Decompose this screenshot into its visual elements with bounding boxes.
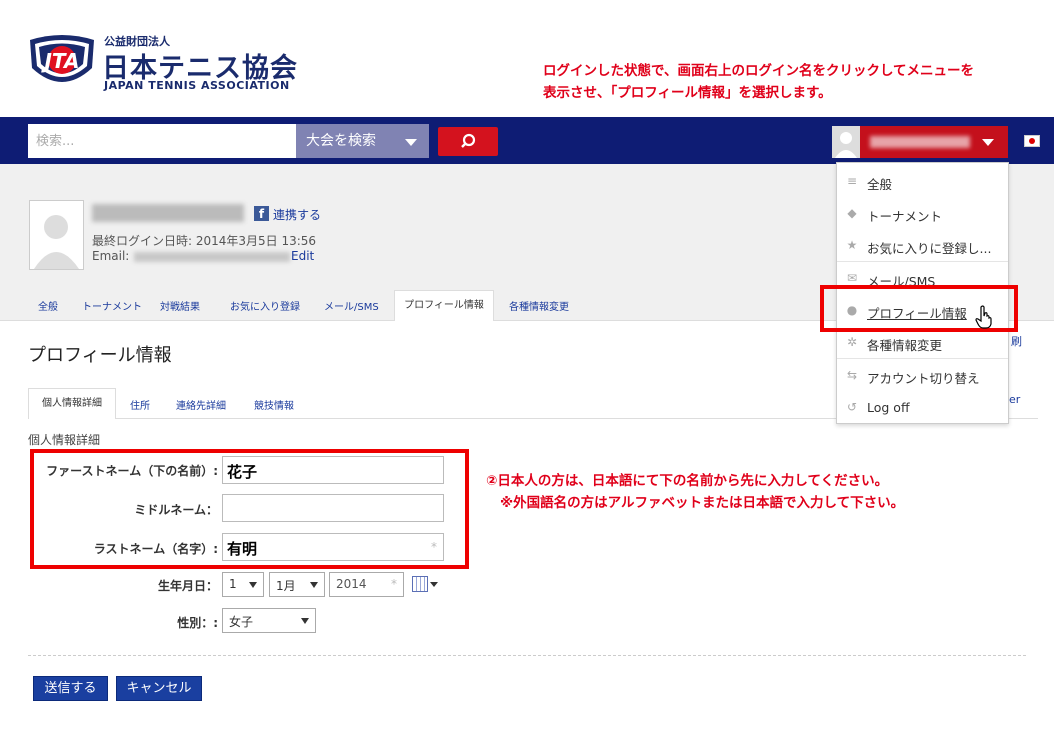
instruction-note-1-line2: 表示させ、「プロフィール情報」を選択します。: [543, 85, 832, 101]
tab-tournament[interactable]: トーナメント: [82, 298, 142, 313]
subtab-address[interactable]: 住所: [130, 397, 150, 412]
page-title: プロフィール情報: [28, 345, 172, 366]
chevron-down-icon: [301, 618, 309, 624]
list-icon: ≡: [846, 174, 858, 188]
search-input[interactable]: [28, 124, 296, 158]
search-type-select[interactable]: 大会を検索: [296, 124, 429, 158]
logoff-icon: ↺: [846, 400, 858, 414]
user-silhouette-icon: [835, 132, 857, 158]
birthdate-label: 生年月日：: [157, 579, 218, 593]
tab-settings[interactable]: 各種情報変更: [509, 298, 569, 313]
switch-icon: ⇆: [846, 368, 858, 382]
section-label: 個人情報詳細: [28, 433, 101, 447]
instruction-note-1: ログインした状態で、画面右上のログイン名をクリックしてメニューを 表示させ、「プ…: [543, 60, 974, 104]
required-mark: *: [391, 577, 397, 591]
form-divider: [28, 655, 1026, 656]
chevron-down-icon: [249, 582, 257, 588]
hand-cursor-icon: [975, 305, 993, 333]
logo-english: JAPAN TENNIS ASSOCIATION: [104, 79, 290, 92]
gender-select[interactable]: 女子: [222, 608, 316, 633]
menu-item-label: 各種情報変更: [867, 338, 943, 353]
logo-emblem-text: JTA: [40, 49, 79, 73]
search-button[interactable]: [438, 127, 498, 156]
user-avatar[interactable]: [832, 126, 860, 158]
menu-item-log-off[interactable]: ↺ Log off: [837, 391, 1008, 423]
jta-logo-emblem[interactable]: JTA: [26, 32, 98, 92]
menu-item-switch-account[interactable]: ⇆ アカウント切り替え: [837, 359, 1008, 391]
hidden-link-fragment[interactable]: 刷: [1011, 333, 1022, 349]
menu-item-label: 全般: [867, 177, 893, 192]
mail-icon: ✉: [846, 271, 858, 285]
instruction-note-1-line1: ログインした状態で、画面右上のログイン名をクリックしてメニューを: [543, 63, 975, 79]
instruction-note-2-line1: ②日本人の方は、日本語にて下の名前から先に入力してください。: [486, 473, 889, 489]
gender-label: 性別：:: [177, 616, 218, 630]
gear-icon: ✲: [846, 335, 858, 349]
menu-item-tournament[interactable]: ◆ トーナメント: [837, 197, 1008, 229]
tab-match-results[interactable]: 対戦結果: [160, 298, 200, 313]
search-type-label: 大会を検索: [306, 133, 376, 149]
last-login-text: 最終ログイン日時: 2014年3月5日 13:56: [92, 234, 317, 248]
profile-name-blurred: [92, 204, 244, 222]
user-silhouette-icon: [34, 215, 79, 269]
chevron-down-icon: [982, 139, 994, 146]
tab-profile[interactable]: プロフィール情報: [394, 290, 494, 321]
menu-item-label: Log off: [867, 400, 910, 415]
profile-avatar: [29, 200, 84, 270]
subtab-contact[interactable]: 連絡先詳細: [176, 397, 226, 412]
japan-flag-icon[interactable]: [1024, 135, 1040, 147]
birth-year-value: 2014: [336, 577, 367, 591]
facebook-connect-link[interactable]: 連携する: [273, 206, 321, 223]
tab-favorites[interactable]: お気に入り登録: [230, 298, 300, 313]
birth-year-field[interactable]: 2014 *: [329, 572, 404, 597]
menu-item-general[interactable]: ≡ 全般: [837, 165, 1008, 197]
subtab-personal-details[interactable]: 個人情報詳細: [28, 388, 116, 419]
birth-month-value: 1月: [276, 579, 296, 593]
submit-button[interactable]: 送信する: [33, 676, 108, 701]
calendar-icon[interactable]: [412, 576, 428, 592]
chevron-down-icon: [310, 582, 318, 588]
email-label: Email:: [92, 249, 130, 263]
chevron-down-icon: [405, 139, 417, 146]
star-icon: ★: [846, 238, 858, 252]
tab-mail-sms[interactable]: メール/SMS: [324, 298, 379, 313]
highlight-box-name-fields: [30, 449, 469, 569]
menu-item-favorites[interactable]: ★ お気に入りに登録し...: [837, 229, 1008, 261]
email-edit-link[interactable]: Edit: [291, 249, 314, 263]
username-blurred: [870, 136, 970, 148]
instruction-note-2: ②日本人の方は、日本語にて下の名前から先に入力してください。 ※外国語名の方はア…: [486, 470, 904, 514]
birth-month-select[interactable]: 1月: [269, 572, 325, 597]
tab-general[interactable]: 全般: [38, 298, 58, 313]
birth-day-value: 1: [229, 577, 237, 591]
shield-icon: ◆: [847, 206, 857, 220]
menu-item-label: トーナメント: [867, 209, 943, 224]
birth-day-select[interactable]: 1: [222, 572, 264, 597]
menu-item-label: アカウント切り替え: [867, 371, 980, 386]
chevron-down-icon[interactable]: [430, 582, 438, 587]
cancel-button[interactable]: キャンセル: [116, 676, 202, 701]
subtab-competition[interactable]: 競技情報: [254, 397, 294, 412]
instruction-note-2-line2: ※外国語名の方はアルファベットまたは日本語で入力して下さい。: [500, 495, 905, 511]
facebook-icon[interactable]: f: [254, 206, 269, 221]
hidden-link-fragment[interactable]: er: [1009, 393, 1020, 406]
email-value-blurred: [134, 252, 290, 262]
search-icon: [461, 133, 476, 148]
menu-item-label: お気に入りに登録し...: [867, 241, 992, 256]
user-menu-button[interactable]: [860, 126, 1008, 158]
gender-value: 女子: [229, 615, 254, 629]
